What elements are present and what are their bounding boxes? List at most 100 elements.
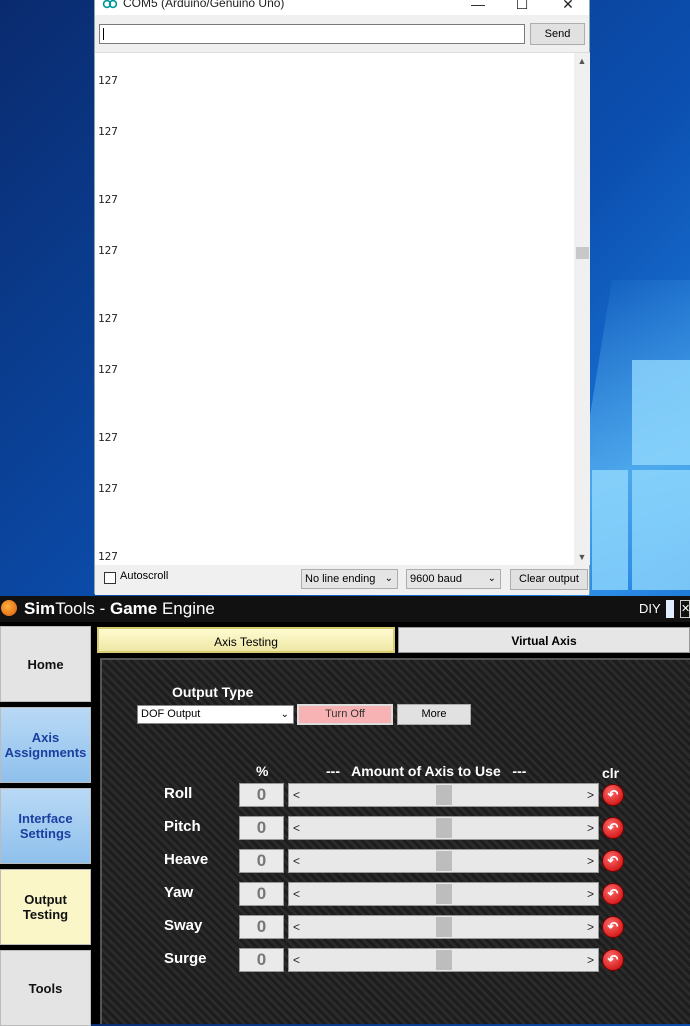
output-line: 127 bbox=[98, 74, 118, 87]
axis-percent-field[interactable]: 0 bbox=[239, 915, 284, 939]
nav-label: Home bbox=[27, 656, 64, 672]
axis-slider[interactable]: < > bbox=[288, 948, 599, 972]
scroll-up-icon[interactable]: ▲ bbox=[574, 53, 590, 69]
serial-input[interactable] bbox=[99, 24, 525, 44]
slider-thumb[interactable] bbox=[436, 785, 452, 805]
scroll-thumb[interactable] bbox=[576, 247, 589, 259]
title-tools: Tools - bbox=[55, 599, 110, 618]
clear-axis-icon[interactable]: ↶ bbox=[602, 784, 624, 806]
slider-right-arrow-icon[interactable]: > bbox=[587, 949, 594, 971]
slider-left-arrow-icon[interactable]: < bbox=[293, 916, 300, 938]
slider-left-arrow-icon[interactable]: < bbox=[293, 817, 300, 839]
slider-left-arrow-icon[interactable]: < bbox=[293, 850, 300, 872]
axis-name: Roll bbox=[164, 785, 193, 802]
slider-left-arrow-icon[interactable]: < bbox=[293, 784, 300, 806]
vertical-scrollbar[interactable]: ▲ ▼ bbox=[574, 53, 590, 565]
nav-label: Output Testing bbox=[22, 892, 69, 922]
autoscroll-label: Autoscroll bbox=[120, 570, 169, 582]
axis-row-pitch: Pitch 0 < > ↶ bbox=[102, 815, 690, 841]
simtools-window: SimTools - Game Engine DIY ✕ Home Axis A… bbox=[0, 596, 690, 1026]
simtools-title: SimTools - Game Engine bbox=[24, 599, 215, 619]
output-line: 127 bbox=[98, 125, 118, 138]
send-button[interactable]: Send bbox=[530, 23, 585, 45]
tab-bar: Axis Testing Virtual Axis bbox=[96, 626, 690, 654]
chevron-down-icon: ⌄ bbox=[384, 573, 393, 584]
clear-axis-icon[interactable]: ↶ bbox=[602, 883, 624, 905]
chevron-down-icon: ⌄ bbox=[280, 709, 289, 720]
slider-left-arrow-icon[interactable]: < bbox=[293, 949, 300, 971]
output-line: 127 bbox=[98, 482, 118, 495]
percent-header: % bbox=[256, 763, 269, 779]
axis-name: Surge bbox=[164, 950, 207, 967]
nav-output-testing-button[interactable]: Output Testing bbox=[0, 869, 91, 945]
axis-slider[interactable]: < > bbox=[288, 882, 599, 906]
axis-percent-field[interactable]: 0 bbox=[239, 783, 284, 807]
maximize-button[interactable]: ☐ bbox=[505, 0, 539, 15]
amount-header: --- Amount of Axis to Use --- bbox=[326, 763, 527, 779]
axis-percent-field[interactable]: 0 bbox=[239, 816, 284, 840]
slider-right-arrow-icon[interactable]: > bbox=[587, 916, 594, 938]
minimize-button[interactable]: — bbox=[461, 0, 495, 15]
diy-indicator bbox=[666, 600, 674, 618]
nav-axis-assignments-button[interactable]: Axis Assignments bbox=[0, 707, 91, 783]
clear-axis-icon[interactable]: ↶ bbox=[602, 916, 624, 938]
output-type-select[interactable]: DOF Output ⌄ bbox=[137, 705, 294, 724]
clr-header: clr bbox=[602, 765, 620, 781]
autoscroll-checkbox[interactable] bbox=[104, 572, 116, 584]
axis-name: Sway bbox=[164, 917, 203, 934]
axis-slider[interactable]: < > bbox=[288, 783, 599, 807]
baud-value: 9600 baud bbox=[410, 573, 462, 585]
nav-home-button[interactable]: Home bbox=[0, 626, 91, 702]
clear-axis-icon[interactable]: ↶ bbox=[602, 850, 624, 872]
axis-percent-field[interactable]: 0 bbox=[239, 849, 284, 873]
nav-tools-button[interactable]: Tools bbox=[0, 950, 91, 1026]
nav-label: Tools bbox=[28, 980, 63, 996]
axis-slider[interactable]: < > bbox=[288, 915, 599, 939]
axis-percent-field[interactable]: 0 bbox=[239, 948, 284, 972]
title-game: Game bbox=[109, 599, 158, 618]
axis-percent-field[interactable]: 0 bbox=[239, 882, 284, 906]
slider-thumb[interactable] bbox=[436, 917, 452, 937]
output-line: 127 bbox=[98, 312, 118, 325]
window-title: COM5 (Arduino/Genuino Uno) bbox=[123, 0, 285, 10]
tab-axis-testing[interactable]: Axis Testing bbox=[97, 627, 395, 653]
slider-thumb[interactable] bbox=[436, 884, 452, 904]
axis-testing-panel: Output Type DOF Output ⌄ Turn Off More %… bbox=[100, 658, 690, 1024]
text-caret bbox=[103, 28, 104, 40]
clear-axis-icon[interactable]: ↶ bbox=[602, 949, 624, 971]
chevron-down-icon: ⌄ bbox=[487, 573, 496, 584]
slider-thumb[interactable] bbox=[436, 818, 452, 838]
output-line: 127 bbox=[98, 431, 118, 444]
close-button[interactable]: ✕ bbox=[551, 0, 585, 15]
axis-row-roll: Roll 0 < > ↶ bbox=[102, 782, 690, 808]
axis-name: Yaw bbox=[164, 884, 194, 901]
slider-thumb[interactable] bbox=[436, 950, 452, 970]
axis-row-yaw: Yaw 0 < > ↶ bbox=[102, 881, 690, 907]
title-bar[interactable]: COM5 (Arduino/Genuino Uno) — ☐ ✕ bbox=[95, 0, 589, 15]
clear-axis-icon[interactable]: ↶ bbox=[602, 817, 624, 839]
slider-right-arrow-icon[interactable]: > bbox=[587, 850, 594, 872]
nav-interface-settings-button[interactable]: Interface Settings bbox=[0, 788, 91, 864]
close-icon[interactable]: ✕ bbox=[680, 600, 690, 618]
windows-logo bbox=[592, 360, 690, 590]
slider-thumb[interactable] bbox=[436, 851, 452, 871]
baud-select[interactable]: 9600 baud ⌄ bbox=[406, 569, 501, 589]
output-line: 127 bbox=[98, 244, 118, 257]
line-ending-select[interactable]: No line ending ⌄ bbox=[301, 569, 398, 589]
slider-right-arrow-icon[interactable]: > bbox=[587, 883, 594, 905]
clear-output-button[interactable]: Clear output bbox=[510, 569, 588, 590]
line-ending-value: No line ending bbox=[305, 573, 376, 585]
axis-slider[interactable]: < > bbox=[288, 849, 599, 873]
nav-label: Axis Assignments bbox=[4, 730, 87, 760]
slider-right-arrow-icon[interactable]: > bbox=[587, 784, 594, 806]
serial-output[interactable]: 127 127 127 127 127 127 127 127 127 ▲ ▼ bbox=[95, 52, 590, 565]
more-button[interactable]: More bbox=[397, 704, 471, 725]
scroll-down-icon[interactable]: ▼ bbox=[574, 549, 590, 565]
axis-row-heave: Heave 0 < > ↶ bbox=[102, 848, 690, 874]
turn-off-button[interactable]: Turn Off bbox=[297, 704, 393, 725]
title-engine: Engine bbox=[157, 599, 215, 618]
slider-left-arrow-icon[interactable]: < bbox=[293, 883, 300, 905]
tab-virtual-axis[interactable]: Virtual Axis bbox=[398, 627, 690, 653]
axis-slider[interactable]: < > bbox=[288, 816, 599, 840]
slider-right-arrow-icon[interactable]: > bbox=[587, 817, 594, 839]
